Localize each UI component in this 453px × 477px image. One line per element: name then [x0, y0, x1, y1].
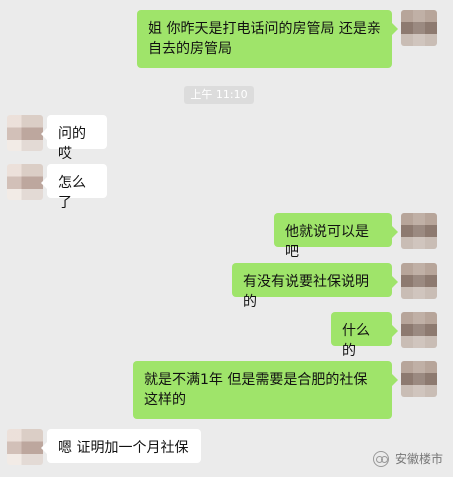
timestamp: 上午 11:10: [184, 86, 254, 104]
avatar-me[interactable]: [401, 361, 437, 397]
message-bubble-left[interactable]: 怎么了: [41, 164, 107, 211]
watermark: 安徽楼市: [372, 450, 443, 467]
message-bubble-left[interactable]: 嗯 证明加一个月社保: [41, 429, 201, 463]
avatar-me[interactable]: [401, 10, 437, 46]
message-bubble-right[interactable]: 姐 你昨天是打电话问的房管局 还是亲自去的房管局: [137, 10, 398, 68]
message-row: 什么的: [0, 312, 453, 359]
message-row: 有没有说要社保说明的: [0, 263, 453, 310]
wechat-icon: [372, 450, 389, 467]
message-bubble-right[interactable]: 就是不满1年 但是需要是合肥的社保这样的: [133, 361, 398, 419]
avatar-me[interactable]: [401, 213, 437, 249]
chat-window: 姐 你昨天是打电话问的房管局 还是亲自去的房管局 上午 11:10 问的哎 怎么…: [0, 0, 453, 477]
message-row: 就是不满1年 但是需要是合肥的社保这样的: [0, 361, 453, 419]
avatar-contact[interactable]: [7, 429, 43, 465]
message-row: 问的哎: [0, 115, 453, 162]
avatar-me[interactable]: [401, 312, 437, 348]
message-row: 怎么了: [0, 164, 453, 211]
message-bubble-right[interactable]: 他就说可以是吧: [274, 213, 398, 260]
avatar-contact[interactable]: [7, 115, 43, 151]
message-bubble-left[interactable]: 问的哎: [41, 115, 107, 162]
message-row: 姐 你昨天是打电话问的房管局 还是亲自去的房管局: [0, 10, 453, 68]
watermark-text: 安徽楼市: [394, 452, 443, 466]
avatar-me[interactable]: [401, 263, 437, 299]
message-bubble-right[interactable]: 有没有说要社保说明的: [232, 263, 398, 310]
avatar-contact[interactable]: [7, 164, 43, 200]
message-bubble-right[interactable]: 什么的: [331, 312, 398, 359]
message-row: 他就说可以是吧: [0, 213, 453, 260]
